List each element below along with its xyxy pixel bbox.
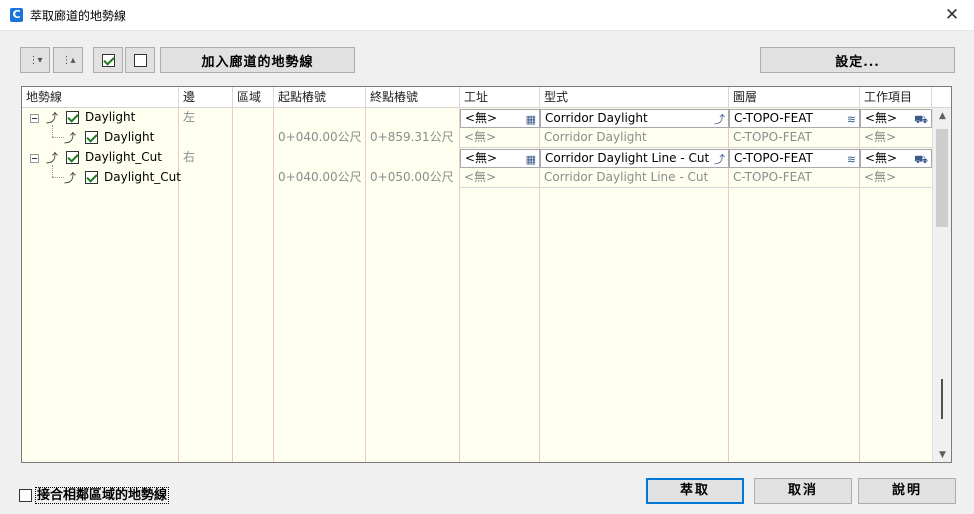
site-value: <無>: [465, 111, 498, 125]
table-row[interactable]: ⤴ Daylight_Cut 0+040.00公尺 0+050.00公尺 <無>…: [22, 165, 932, 188]
col-header-site[interactable]: 工址: [460, 87, 540, 108]
settings-button-label: 設定...: [835, 54, 880, 70]
extract-button[interactable]: 萃取: [646, 478, 744, 504]
feature-lines-grid: 地勢線 邊 區域 起點樁號 終點樁號 工址 型式 圖層 工作項目 ⤴ Dayli…: [21, 86, 952, 463]
col-header-start[interactable]: 起點樁號: [274, 87, 366, 108]
join-regions-option[interactable]: 接合相鄰區域的地勢線: [19, 487, 170, 504]
window-title: 萃取廊道的地勢線: [30, 9, 127, 23]
start-station-cell: 0+040.00公尺: [278, 170, 362, 184]
cancel-button[interactable]: 取消: [754, 478, 852, 504]
add-corridor-feature-lines-button[interactable]: 加入廊道的地勢線: [160, 47, 355, 73]
payitem-cell: <無>: [860, 168, 932, 188]
expand-tree-icon: ⋮▾: [28, 54, 42, 66]
featureline-icon: ⤴: [64, 131, 77, 145]
style-value: Corridor Daylight Line - Cut: [545, 151, 710, 165]
featureline-icon: ⤴: [64, 171, 77, 185]
style-field[interactable]: Corridor Daylight ⤴: [540, 109, 729, 128]
end-station-cell: 0+859.31公尺: [370, 130, 454, 144]
layer-cell: C-TOPO-FEAT: [729, 168, 860, 188]
payitem-picker-icon[interactable]: ⛟: [914, 151, 928, 167]
col-header-side[interactable]: 邊: [179, 87, 233, 108]
featureline-icon: ⤴: [46, 111, 59, 125]
table-row[interactable]: ⤴ Daylight 左 <無> ▦ Corridor Daylight ⤴ C…: [22, 108, 932, 128]
layer-field[interactable]: C-TOPO-FEAT ≋: [729, 109, 860, 128]
site-value: <無>: [465, 151, 498, 165]
scroll-up-icon[interactable]: ▲: [933, 108, 951, 125]
col-header-layer[interactable]: 圖層: [729, 87, 860, 108]
tree-connector: [52, 125, 53, 137]
row-checkbox[interactable]: [85, 171, 98, 184]
style-field[interactable]: Corridor Daylight Line - Cut ⤴: [540, 149, 729, 168]
featureline-name: Daylight_Cut: [104, 170, 181, 184]
side-cell: 右: [183, 150, 196, 164]
style-picker-icon[interactable]: ⤴: [714, 151, 725, 167]
grid-header: 地勢線 邊 區域 起點樁號 終點樁號 工址 型式 圖層 工作項目: [22, 87, 951, 108]
row-checkbox[interactable]: [66, 111, 79, 124]
featureline-icon: ⤴: [46, 151, 59, 165]
layer-picker-icon[interactable]: ≋: [847, 111, 856, 127]
title-bar: C 萃取廊道的地勢線 ✕: [0, 0, 974, 31]
end-station-cell: 0+050.00公尺: [370, 170, 454, 184]
checked-checkbox-icon: [101, 53, 115, 67]
start-station-cell: 0+040.00公尺: [278, 130, 362, 144]
side-cell: 左: [183, 110, 196, 124]
settings-button[interactable]: 設定...: [760, 47, 955, 73]
style-cell: Corridor Daylight Line - Cut: [540, 168, 729, 188]
payitem-field[interactable]: <無> ⛟: [860, 149, 932, 168]
featureline-name: Daylight: [85, 110, 136, 124]
style-cell: Corridor Daylight: [540, 128, 729, 148]
tree-collapse-toggle[interactable]: [30, 114, 39, 123]
payitem-picker-icon[interactable]: ⛟: [914, 111, 928, 127]
vertical-scrollbar[interactable]: ▲ ▼: [932, 108, 951, 462]
layer-field[interactable]: C-TOPO-FEAT ≋: [729, 149, 860, 168]
layer-value: C-TOPO-FEAT: [734, 151, 813, 165]
tree-connector: [52, 137, 64, 138]
featureline-name: Daylight: [104, 130, 155, 144]
col-header-payitem[interactable]: 工作項目: [860, 87, 932, 108]
col-header-region[interactable]: 區域: [233, 87, 274, 108]
payitem-value: <無>: [865, 111, 898, 125]
join-regions-label[interactable]: 接合相鄰區域的地勢線: [35, 487, 170, 504]
payitem-field[interactable]: <無> ⛟: [860, 109, 932, 128]
civil3d-app-icon: C: [10, 8, 23, 22]
scrollbar-thumb[interactable]: [936, 129, 948, 227]
layer-value: C-TOPO-FEAT: [734, 111, 813, 125]
row-checkbox[interactable]: [85, 131, 98, 144]
check-all-button[interactable]: [93, 47, 123, 73]
collapse-all-button[interactable]: ⋮▴: [53, 47, 83, 73]
tree-connector: [52, 165, 53, 177]
row-checkbox[interactable]: [66, 151, 79, 164]
layer-picker-icon[interactable]: ≋: [847, 151, 856, 167]
style-picker-icon[interactable]: ⤴: [714, 111, 725, 127]
site-field[interactable]: <無> ▦: [460, 149, 540, 168]
col-header-style[interactable]: 型式: [540, 87, 729, 108]
site-field[interactable]: <無> ▦: [460, 109, 540, 128]
table-row[interactable]: ⤴ Daylight_Cut 右 <無> ▦ Corridor Daylight…: [22, 148, 932, 168]
collapse-tree-icon: ⋮▴: [61, 54, 75, 66]
tree-connector: [52, 177, 64, 178]
scrollbar-marker: [941, 379, 943, 419]
table-row[interactable]: ⤴ Daylight 0+040.00公尺 0+859.31公尺 <無> Cor…: [22, 125, 932, 148]
payitem-cell: <無>: [860, 128, 932, 148]
close-button[interactable]: ✕: [938, 3, 966, 27]
layer-cell: C-TOPO-FEAT: [729, 128, 860, 148]
site-cell: <無>: [460, 168, 540, 188]
tree-collapse-toggle[interactable]: [30, 154, 39, 163]
col-header-end[interactable]: 終點樁號: [366, 87, 460, 108]
col-header-featureline[interactable]: 地勢線: [22, 87, 179, 108]
uncheck-all-button[interactable]: [125, 47, 155, 73]
help-button[interactable]: 說明: [858, 478, 956, 504]
payitem-value: <無>: [865, 151, 898, 165]
add-button-label: 加入廊道的地勢線: [201, 54, 314, 70]
scroll-down-icon[interactable]: ▼: [933, 447, 951, 462]
featureline-name: Daylight_Cut: [85, 150, 162, 164]
expand-all-button[interactable]: ⋮▾: [20, 47, 50, 73]
site-picker-icon[interactable]: ▦: [526, 111, 536, 127]
site-picker-icon[interactable]: ▦: [526, 151, 536, 167]
style-value: Corridor Daylight: [545, 111, 648, 125]
site-cell: <無>: [460, 128, 540, 148]
unchecked-checkbox-icon: [133, 53, 147, 67]
join-regions-checkbox[interactable]: [19, 489, 32, 502]
